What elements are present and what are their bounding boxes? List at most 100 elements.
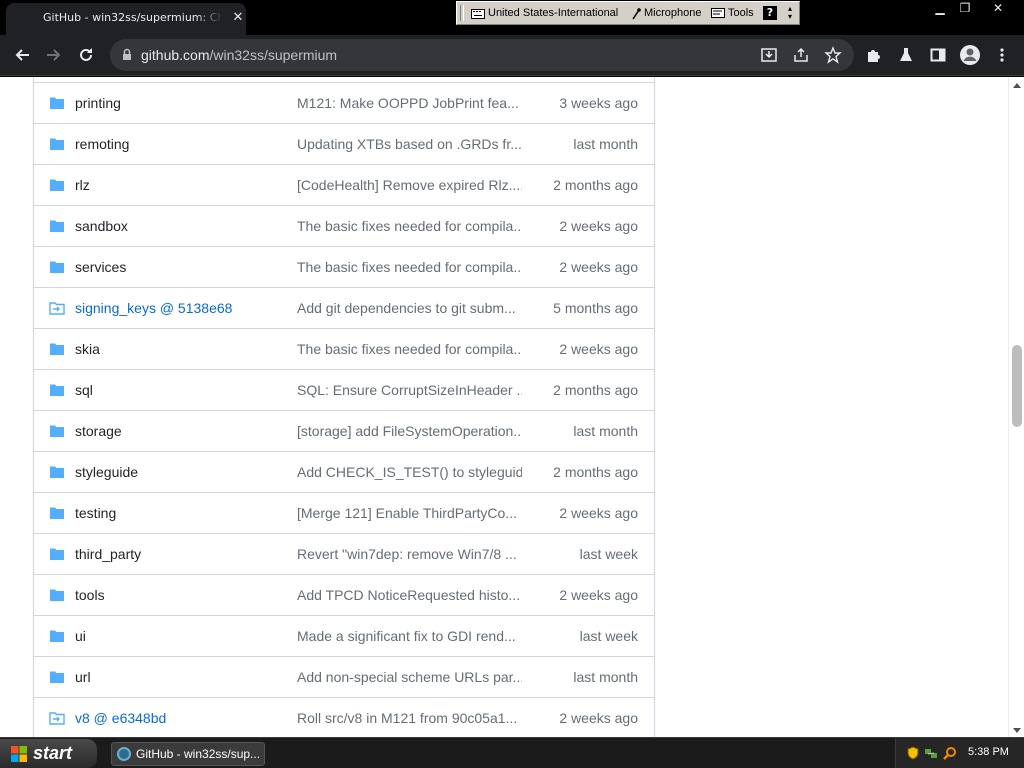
file-name-link[interactable]: v8 @ e6348bd: [75, 710, 166, 726]
lock-icon[interactable]: [122, 48, 132, 61]
folder-icon: [50, 343, 64, 355]
search-icon[interactable]: [943, 746, 957, 760]
file-row[interactable]: storage [storage] add FileSystemOperation…: [34, 410, 654, 451]
file-name-link[interactable]: remoting: [75, 136, 129, 152]
commit-message-link[interactable]: Revert "win7dep: remove Win7/8 ...: [297, 546, 522, 562]
file-name-link[interactable]: testing: [75, 505, 116, 521]
file-name-link[interactable]: sql: [75, 382, 93, 398]
commit-message-link[interactable]: Add non-special scheme URLs par...: [297, 669, 522, 685]
title-bar: GitHub - win32ss/supermium: Chrom ✕ Unit…: [0, 0, 1024, 35]
commit-message-link[interactable]: M121: Make OOPPD JobPrint fea...: [297, 95, 522, 111]
network-icon[interactable]: [924, 746, 938, 760]
commit-message-link[interactable]: [Merge 121] Enable ThirdPartyCo...: [297, 505, 522, 521]
submodule-icon: [49, 302, 65, 315]
file-row[interactable]: third_party Revert "win7dep: remove Win7/…: [34, 533, 654, 574]
file-name-link[interactable]: tools: [75, 587, 105, 603]
file-row[interactable]: remoting Updating XTBs based on .GRDs fr.…: [34, 123, 654, 164]
commit-age: 2 weeks ago: [559, 587, 638, 603]
file-row[interactable]: rlz [CodeHealth] Remove expired Rlz.... 2 …: [34, 164, 654, 205]
security-shield-icon[interactable]: [906, 746, 920, 760]
help-button[interactable]: ?: [763, 6, 777, 20]
commit-message-link[interactable]: [storage] add FileSystemOperation...: [297, 423, 522, 439]
scroll-up-arrow-icon[interactable]: [1013, 83, 1021, 88]
file-name-link[interactable]: styleguide: [75, 464, 138, 480]
commit-message-link[interactable]: Add TPCD NoticeRequested histo...: [297, 587, 522, 603]
windows-logo-icon: [11, 746, 27, 762]
browser-tab[interactable]: GitHub - win32ss/supermium: Chrom ✕: [6, 3, 246, 35]
file-name-link[interactable]: sandbox: [75, 218, 128, 234]
start-label: start: [33, 743, 73, 763]
file-name-link[interactable]: rlz: [75, 177, 90, 193]
page-scrollbar[interactable]: [1008, 77, 1024, 737]
folder-icon: [50, 589, 64, 601]
file-row[interactable]: testing [Merge 121] Enable ThirdPartyCo..…: [34, 492, 654, 533]
back-button[interactable]: [7, 40, 37, 70]
commit-message-link[interactable]: SQL: Ensure CorruptSizeInHeader ...: [297, 382, 522, 398]
file-row[interactable]: v8 @ e6348bd Roll src/v8 in M121 from 90c…: [34, 697, 654, 737]
extensions-button[interactable]: [859, 40, 889, 70]
url-text[interactable]: github.com/win32ss/supermium: [141, 47, 337, 63]
tab-close-icon[interactable]: ✕: [230, 10, 246, 26]
commit-message-link[interactable]: Add CHECK_IS_TEST() to styleguide: [297, 464, 522, 480]
reload-button[interactable]: [71, 40, 101, 70]
file-row[interactable]: printing M121: Make OOPPD JobPrint fea...…: [34, 82, 654, 123]
commit-message-link[interactable]: Updating XTBs based on .GRDs fr...: [297, 136, 522, 152]
commit-message-link[interactable]: The basic fixes needed for compila...: [297, 341, 522, 357]
keyboard-layout-button[interactable]: United States-International: [471, 5, 618, 22]
labs-button[interactable]: [891, 40, 921, 70]
close-window-button[interactable]: ✕: [986, 0, 1010, 18]
scroll-down-arrow-icon[interactable]: [1013, 728, 1021, 733]
file-row[interactable]: sandbox The basic fixes needed for compil…: [34, 205, 654, 246]
commit-message-link[interactable]: The basic fixes needed for compila...: [297, 259, 522, 275]
keyboard-layout-label: United States-International: [488, 7, 619, 19]
minimize-button[interactable]: ▁: [928, 0, 952, 18]
restore-button[interactable]: ❐: [953, 0, 977, 18]
microphone-button[interactable]: Microphone: [631, 5, 701, 22]
forward-button[interactable]: [39, 40, 69, 70]
side-panel-icon: [930, 48, 946, 62]
file-name-link[interactable]: skia: [75, 341, 100, 357]
file-name-link[interactable]: signing_keys @ 5138e68: [75, 300, 232, 316]
file-name-link[interactable]: printing: [75, 95, 121, 111]
install-app-icon[interactable]: [760, 46, 778, 64]
folder-icon: [50, 220, 64, 232]
commit-age: 2 weeks ago: [559, 259, 638, 275]
profile-button[interactable]: [955, 40, 985, 70]
file-name-link[interactable]: storage: [75, 423, 122, 439]
file-name-link[interactable]: ui: [75, 628, 86, 644]
file-list: printing M121: Make OOPPD JobPrint fea...…: [33, 77, 655, 737]
commit-message-link[interactable]: Add git dependencies to git subm...: [297, 300, 522, 316]
file-row[interactable]: services The basic fixes needed for compi…: [34, 246, 654, 287]
commit-age: 2 weeks ago: [559, 710, 638, 726]
folder-icon: [50, 630, 64, 642]
commit-message-link[interactable]: [CodeHealth] Remove expired Rlz....: [297, 177, 522, 193]
file-name-link[interactable]: url: [75, 669, 91, 685]
file-row[interactable]: ui Made a significant fix to GDI rend... l…: [34, 615, 654, 656]
menu-button[interactable]: [987, 40, 1017, 70]
page-viewport: printing M121: Make OOPPD JobPrint fea...…: [0, 77, 1008, 737]
share-icon[interactable]: [792, 46, 810, 64]
file-row[interactable]: sql SQL: Ensure CorruptSizeInHeader ... 2 …: [34, 369, 654, 410]
tools-button[interactable]: Tools: [711, 5, 754, 22]
bookmark-star-icon[interactable]: [824, 46, 842, 64]
commit-message-link[interactable]: Made a significant fix to GDI rend...: [297, 628, 522, 644]
commit-age: last month: [573, 669, 638, 685]
file-row[interactable]: styleguide Add CHECK_IS_TEST() to stylegu…: [34, 451, 654, 492]
language-bar-grip[interactable]: [460, 5, 464, 21]
commit-message-link[interactable]: Roll src/v8 in M121 from 90c05a1...: [297, 710, 522, 726]
side-panel-button[interactable]: [923, 40, 953, 70]
file-row[interactable]: signing_keys @ 5138e68 Add git dependenci…: [34, 287, 654, 328]
clock[interactable]: 5:38 PM: [968, 746, 1009, 758]
file-name-link[interactable]: third_party: [75, 546, 141, 562]
commit-message-link[interactable]: The basic fixes needed for compila...: [297, 218, 522, 234]
file-row[interactable]: tools Add TPCD NoticeRequested histo... 2 …: [34, 574, 654, 615]
folder-icon: [50, 548, 64, 560]
language-bar-options-icon[interactable]: ▴ ▾: [785, 5, 795, 22]
start-button[interactable]: start: [0, 739, 97, 768]
file-row[interactable]: skia The basic fixes needed for compila..…: [34, 328, 654, 369]
scrollbar-thumb[interactable]: [1012, 345, 1022, 427]
taskbar-item-chrome[interactable]: GitHub - win32ss/sup...: [111, 742, 265, 766]
file-row[interactable]: url Add non-special scheme URLs par... las…: [34, 656, 654, 697]
address-bar[interactable]: github.com/win32ss/supermium: [110, 39, 854, 71]
file-name-link[interactable]: services: [75, 259, 126, 275]
